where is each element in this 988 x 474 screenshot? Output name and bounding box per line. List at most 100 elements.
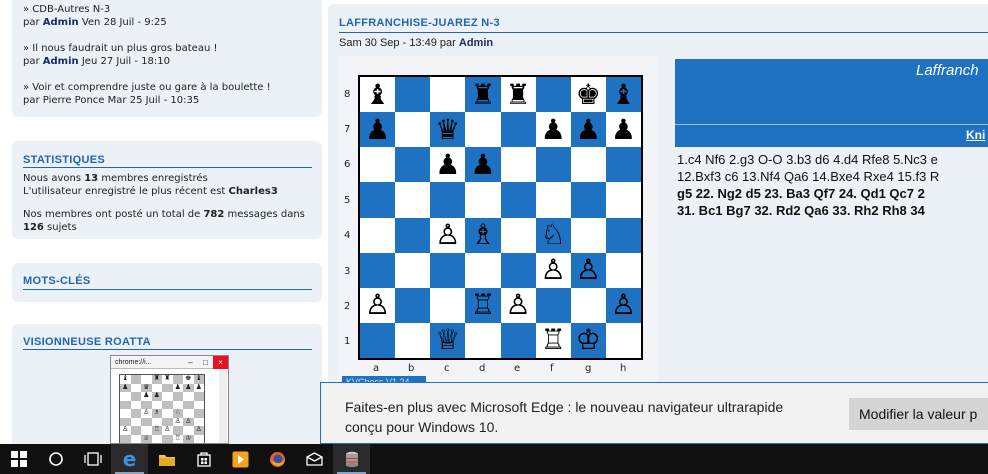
chess-piece[interactable]: ♕ xyxy=(435,326,460,354)
chess-piece[interactable]: ♟ xyxy=(611,115,636,144)
moves-line[interactable]: 12.Bxf3 c6 13.Nf4 Qa6 14.Bxe4 Rxe4 15.f3… xyxy=(677,168,988,185)
chess-piece[interactable]: ♙ xyxy=(506,291,531,319)
chess-piece[interactable]: ♟ xyxy=(365,115,390,144)
mini-chess-window[interactable]: chrome://i... – □ × ♝ ♜ ♜ ♚ ♝ ♟ ♛ ♟ ♟ ♟ ♟ ♟ ♙ ♗ ♘ ♙ ♙ ♙ ♖ ♙… xyxy=(110,355,229,444)
board-square[interactable] xyxy=(430,287,466,323)
board-square[interactable] xyxy=(570,217,606,253)
post-title[interactable]: » Voir et comprendre juste ou gare à la … xyxy=(23,81,322,94)
chess-piece[interactable]: ♜ xyxy=(506,80,531,109)
board-square[interactable] xyxy=(430,77,466,113)
moves-line[interactable]: 1.c4 Nf6 2.g3 O-O 3.b3 d6 4.d4 Rfe8 5.Nc… xyxy=(677,151,988,168)
chess-piece[interactable]: ♚ xyxy=(576,80,601,109)
board-square[interactable] xyxy=(360,322,396,358)
board-square[interactable] xyxy=(570,147,606,183)
chess-piece[interactable]: ♔ xyxy=(576,326,601,354)
topic-author-link[interactable]: Admin xyxy=(459,37,493,49)
board-square[interactable] xyxy=(570,182,606,218)
chess-piece[interactable]: ♙ xyxy=(611,291,636,319)
board-square[interactable] xyxy=(535,287,571,323)
board-square[interactable]: ♕ xyxy=(430,322,466,358)
chess-piece[interactable]: ♘ xyxy=(541,221,566,249)
chess-piece[interactable]: ♛ xyxy=(435,115,460,144)
board-square[interactable]: ♙ xyxy=(535,252,571,288)
board-square[interactable] xyxy=(465,112,501,148)
board-square[interactable]: ♟ xyxy=(430,147,466,183)
recent-post[interactable]: » Il nous faudrait un plus gros bateau !… xyxy=(12,42,322,68)
board-square[interactable]: ♟ xyxy=(605,112,641,148)
minimize-icon[interactable]: – xyxy=(183,356,198,369)
chess-piece[interactable]: ♙ xyxy=(576,256,601,284)
board-square[interactable] xyxy=(535,147,571,183)
board-square[interactable] xyxy=(395,217,431,253)
board-square[interactable] xyxy=(360,217,396,253)
chess-piece[interactable]: ♝ xyxy=(611,80,636,109)
board-square[interactable]: ♟ xyxy=(360,112,396,148)
board-square[interactable]: ♝ xyxy=(605,77,641,113)
board-square[interactable] xyxy=(500,147,536,183)
board-square[interactable] xyxy=(465,182,501,218)
post-title[interactable]: » Il nous faudrait un plus gros bateau ! xyxy=(23,42,322,55)
newest-member-link[interactable]: Charles3 xyxy=(229,186,278,197)
board-square[interactable] xyxy=(535,182,571,218)
store-icon[interactable] xyxy=(185,444,222,474)
board-square[interactable]: ♖ xyxy=(535,322,571,358)
windows-start-icon[interactable] xyxy=(0,444,37,474)
recent-post[interactable]: » Voir et comprendre juste ou gare à la … xyxy=(12,81,322,107)
task-view-icon[interactable] xyxy=(74,444,111,474)
board-square[interactable]: ♜ xyxy=(465,77,501,113)
board-square[interactable] xyxy=(500,252,536,288)
maximize-icon[interactable]: □ xyxy=(198,356,213,369)
recent-post[interactable]: » CDB-Autres N-3 par Admin Ven 28 Juil -… xyxy=(12,3,322,29)
chess-piece[interactable]: ♖ xyxy=(541,326,566,354)
close-icon[interactable]: × xyxy=(213,356,228,369)
board-square[interactable] xyxy=(395,322,431,358)
board-square[interactable]: ♛ xyxy=(430,112,466,148)
chess-piece[interactable]: ♜ xyxy=(470,80,495,109)
player-link[interactable]: Kni xyxy=(966,128,985,142)
mini-window-titlebar[interactable]: chrome://i... – □ × xyxy=(111,356,228,369)
board-square[interactable] xyxy=(430,182,466,218)
board-square[interactable]: ♔ xyxy=(570,322,606,358)
board-square[interactable]: ♗ xyxy=(465,217,501,253)
database-app-icon[interactable] xyxy=(333,444,370,474)
board-square[interactable] xyxy=(465,252,501,288)
board-square[interactable]: ♙ xyxy=(430,217,466,253)
board-square[interactable] xyxy=(395,77,431,113)
change-default-button[interactable]: Modifier la valeur p xyxy=(849,398,988,430)
board-square[interactable] xyxy=(500,182,536,218)
edge-icon[interactable]: e xyxy=(111,444,148,474)
board-square[interactable]: ♙ xyxy=(500,287,536,323)
chess-piece[interactable]: ♗ xyxy=(470,221,495,249)
chess-piece[interactable]: ♖ xyxy=(470,291,495,319)
board-square[interactable] xyxy=(360,182,396,218)
board-square[interactable]: ♝ xyxy=(360,77,396,113)
board-square[interactable] xyxy=(570,287,606,323)
firefox-icon[interactable] xyxy=(259,444,296,474)
media-player-icon[interactable] xyxy=(222,444,259,474)
board-square[interactable] xyxy=(500,217,536,253)
board-square[interactable] xyxy=(605,252,641,288)
board-square[interactable] xyxy=(395,287,431,323)
chess-piece[interactable]: ♙ xyxy=(541,256,566,284)
board-square[interactable] xyxy=(395,112,431,148)
cortana-icon[interactable] xyxy=(37,444,74,474)
chess-board[interactable]: ♝ ♜ ♜ ♚ ♝ ♟ ♛ ♟ ♟ ♟ ♟ ♟ ♙ ♗ ♘ ♙ ♙ ♙ ♖ ♙ ♙ ♕ ♖ ♔ xyxy=(358,75,643,360)
topic-title[interactable]: LAFFRANCHISE-JUAREZ N-3 xyxy=(339,17,500,29)
board-square[interactable]: ♙ xyxy=(605,287,641,323)
board-square[interactable]: ♚ xyxy=(570,77,606,113)
chess-piece[interactable]: ♙ xyxy=(435,221,460,249)
board-square[interactable]: ♙ xyxy=(360,287,396,323)
board-square[interactable] xyxy=(395,182,431,218)
post-author-link[interactable]: Admin xyxy=(43,56,79,67)
post-title[interactable]: » CDB-Autres N-3 xyxy=(23,3,322,16)
chess-piece[interactable]: ♟ xyxy=(576,115,601,144)
board-square[interactable] xyxy=(605,182,641,218)
post-author-link[interactable]: Admin xyxy=(43,17,79,28)
board-square[interactable]: ♟ xyxy=(570,112,606,148)
board-square[interactable] xyxy=(360,147,396,183)
chess-piece[interactable]: ♟ xyxy=(541,115,566,144)
chess-piece[interactable]: ♟ xyxy=(470,150,495,179)
chess-piece[interactable]: ♝ xyxy=(365,80,390,109)
board-square[interactable]: ♟ xyxy=(535,112,571,148)
board-square[interactable]: ♜ xyxy=(500,77,536,113)
